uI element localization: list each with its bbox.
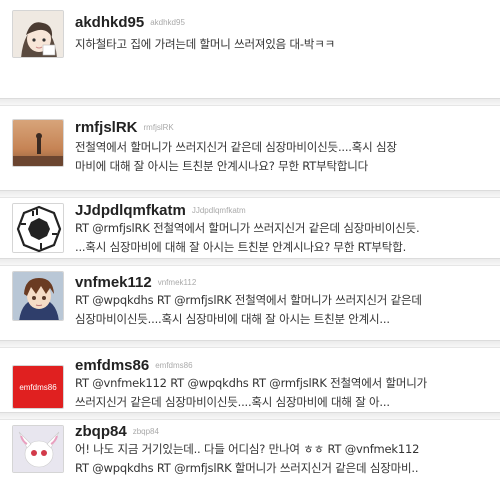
username[interactable]: zbqp84 [75, 423, 127, 440]
tweet-item: zbqp84 zbqp84 어! 나도 지금 거기있는데.. 다들 어디심? 만나… [0, 421, 500, 483]
tweet-text-line: 마비에 대해 잘 아시는 트친분 안계시나요? 무한 RT부탁합니다 [75, 159, 368, 173]
tweet-text-line: 어! 나도 지금 거기있는데.. 다들 어디심? 만나여 ㅎㅎ RT @vnfm… [75, 442, 420, 456]
tweet-text: RT @rmfjslRK 전철역에서 할머니가 쓰러지신거 같은데 심장마비이신… [75, 219, 497, 257]
tweet-text-line: RT @vnfmek112 RT @wpqkdhs RT @rmfjslRK 전… [75, 376, 428, 390]
tweet-text: RT @wpqkdhs RT @rmfjslRK 전철역에서 할머니가 쓰러지신… [75, 291, 497, 329]
tweet-separator [0, 340, 500, 348]
tweet-text-line: 쓰러지신거 같은데 심장마비이신듯....혹시 심장마비에 대해 잘 아... [75, 395, 390, 409]
user-handle[interactable]: emfdms86 [155, 361, 192, 370]
user-handle[interactable]: vnfmek112 [158, 278, 197, 287]
avatar[interactable] [12, 425, 64, 473]
tweet-text-line: 심장마비이신듯....혹시 심장마비에 대해 잘 아시는 트친분 안계시... [75, 312, 390, 326]
white-creature-avatar-icon [13, 426, 63, 472]
tweet-text: 지하철타고 집에 가려는데 할머니 쓰러져있음 대-박ㅋㅋ [75, 35, 497, 54]
user-handle[interactable]: JJdpdlqmfkatm [192, 206, 246, 215]
tweet-text-line: ...혹시 심장마비에 대해 잘 아시는 트친분 안계시나요? 무한 RT부탁합… [75, 240, 407, 254]
tweet-text: RT @vnfmek112 RT @wpqkdhs RT @rmfjslRK 전… [75, 374, 497, 412]
anime-character-avatar-icon [13, 11, 63, 57]
username[interactable]: JJdpdlqmfkatm [75, 202, 186, 219]
tweet-text: 전철역에서 할머니가 쓰러지신거 같은데 심장마비이신듯....혹시 심장 마비… [75, 138, 497, 176]
user-handle[interactable]: akdhkd95 [150, 18, 185, 27]
tweet-separator [0, 258, 500, 266]
tweet-item: JJdpdlqmfkatm JJdpdlqmfkatm RT @rmfjslRK … [0, 199, 500, 258]
avatar[interactable] [12, 203, 64, 253]
avatar[interactable] [12, 10, 64, 58]
tweet-item: emfdms86 emfdms86 emfdms86 RT @vnfmek112 … [0, 349, 500, 412]
tweet-separator [0, 98, 500, 106]
tweet-separator [0, 412, 500, 420]
tweet-separator [0, 190, 500, 198]
tweet-text-line: RT @rmfjslRK 전철역에서 할머니가 쓰러지신거 같은데 심장마비이신… [75, 221, 420, 235]
anime-boy-avatar-icon [13, 272, 63, 320]
username[interactable]: emfdms86 [75, 357, 149, 374]
tweet-item: akdhkd95 akdhkd95 지하철타고 집에 가려는데 할머니 쓰러져있음… [0, 0, 500, 98]
tweet-text-line: 전철역에서 할머니가 쓰러지신거 같은데 심장마비이신듯....혹시 심장 [75, 140, 397, 154]
sunset-figure-avatar-icon [13, 120, 63, 166]
username[interactable]: rmfjslRK [75, 119, 138, 136]
user-handle[interactable]: zbqp84 [133, 427, 159, 436]
tweet-item: rmfjslRK rmfjslRK 전철역에서 할머니가 쓰러지신거 같은데 심장… [0, 107, 500, 190]
dharma-logo-avatar-icon [13, 204, 63, 252]
avatar[interactable] [12, 271, 64, 321]
tweet-text-line: 지하철타고 집에 가려는데 할머니 쓰러져있음 대-박ㅋㅋ [75, 37, 335, 51]
avatar[interactable]: emfdms86 [12, 365, 64, 409]
tweet-text-line: RT @wpqkdhs RT @rmfjslRK 할머니가 쓰러지신거 같은데 … [75, 461, 419, 475]
avatar-logo-text: emfdms86 [19, 382, 57, 392]
username[interactable]: akdhkd95 [75, 14, 144, 31]
avatar[interactable] [12, 119, 64, 167]
username[interactable]: vnfmek112 [75, 274, 152, 291]
tweet-text: 어! 나도 지금 거기있는데.. 다들 어디심? 만나여 ㅎㅎ RT @vnfm… [75, 440, 497, 478]
user-handle[interactable]: rmfjslRK [144, 123, 174, 132]
tweet-text-line: RT @wpqkdhs RT @rmfjslRK 전철역에서 할머니가 쓰러지신… [75, 293, 422, 307]
tweet-item: vnfmek112 vnfmek112 RT @wpqkdhs RT @rmfjs… [0, 267, 500, 340]
